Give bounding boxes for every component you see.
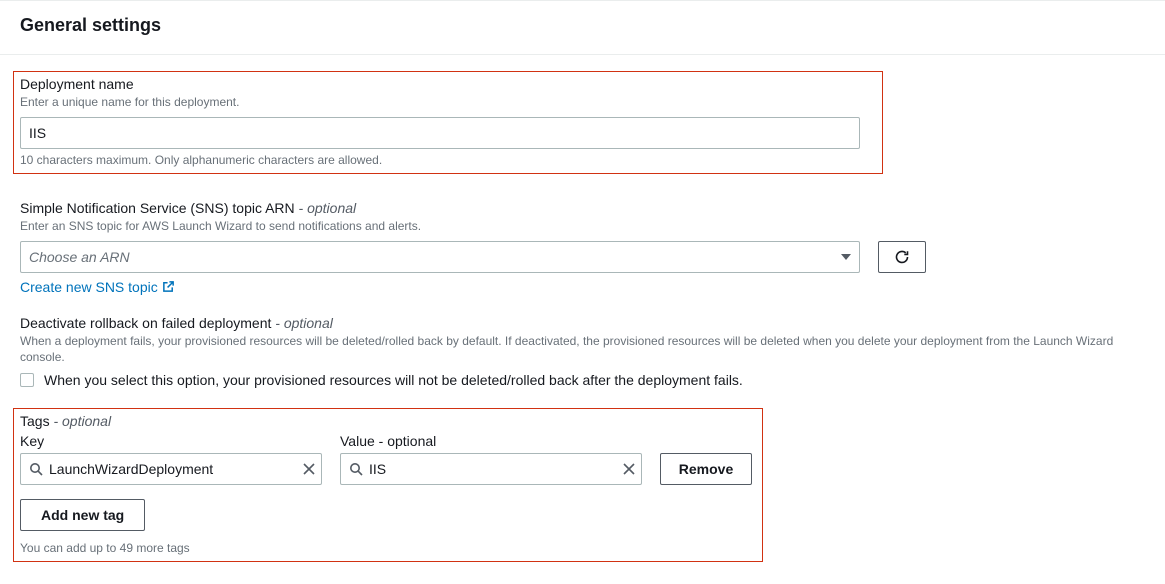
sns-arn-select[interactable]: Choose an ARN (20, 241, 860, 273)
deployment-name-input[interactable] (20, 117, 860, 149)
tags-optional-text: - optional (50, 413, 111, 429)
rollback-optional-text: - optional (271, 315, 332, 331)
tag-value-input[interactable] (369, 461, 617, 477)
tags-group: Tags - optional Key Value - optional (13, 408, 763, 562)
create-sns-topic-link[interactable]: Create new SNS topic (20, 279, 175, 295)
tag-value-input-wrap[interactable] (340, 453, 642, 485)
sns-group: Simple Notification Service (SNS) topic … (20, 200, 1145, 295)
sns-desc: Enter an SNS topic for AWS Launch Wizard… (20, 218, 1145, 235)
deployment-name-hint: 10 characters maximum. Only alphanumeric… (20, 153, 876, 167)
tags-value-optional-text: - optional (375, 433, 436, 449)
deployment-name-desc: Enter a unique name for this deployment. (20, 94, 876, 111)
tags-hint: You can add up to 49 more tags (20, 541, 756, 555)
sns-select-placeholder: Choose an ARN (29, 249, 130, 265)
tags-value-header-text: Value (340, 433, 375, 449)
tag-key-input-wrap[interactable] (20, 453, 322, 485)
tags-label-text: Tags (20, 413, 50, 429)
deployment-name-group: Deployment name Enter a unique name for … (13, 71, 883, 174)
sns-label: Simple Notification Service (SNS) topic … (20, 200, 1145, 216)
clear-icon[interactable] (623, 463, 635, 475)
rollback-group: Deactivate rollback on failed deployment… (20, 315, 1145, 389)
rollback-checkbox-label: When you select this option, your provis… (44, 372, 743, 388)
rollback-checkbox[interactable] (20, 373, 34, 387)
tags-value-header: Value - optional (340, 433, 660, 449)
remove-tag-button[interactable]: Remove (660, 453, 752, 485)
refresh-button[interactable] (878, 241, 926, 273)
clear-icon[interactable] (303, 463, 315, 475)
external-link-icon (162, 280, 175, 293)
create-sns-link-text: Create new SNS topic (20, 279, 158, 295)
tag-key-input[interactable] (49, 461, 297, 477)
caret-down-icon (841, 254, 851, 260)
add-new-tag-button[interactable]: Add new tag (20, 499, 145, 531)
tags-key-header: Key (20, 433, 340, 449)
rollback-label: Deactivate rollback on failed deployment… (20, 315, 1145, 331)
refresh-icon (894, 249, 910, 265)
search-icon (349, 462, 363, 476)
rollback-label-text: Deactivate rollback on failed deployment (20, 315, 271, 331)
deployment-name-label: Deployment name (20, 76, 876, 92)
tags-label: Tags - optional (20, 413, 756, 429)
sns-label-text: Simple Notification Service (SNS) topic … (20, 200, 295, 216)
sns-optional-text: - optional (295, 200, 356, 216)
rollback-desc: When a deployment fails, your provisione… (20, 333, 1145, 367)
search-icon (29, 462, 43, 476)
tag-row: Remove (20, 453, 756, 485)
page-title: General settings (20, 15, 1145, 36)
